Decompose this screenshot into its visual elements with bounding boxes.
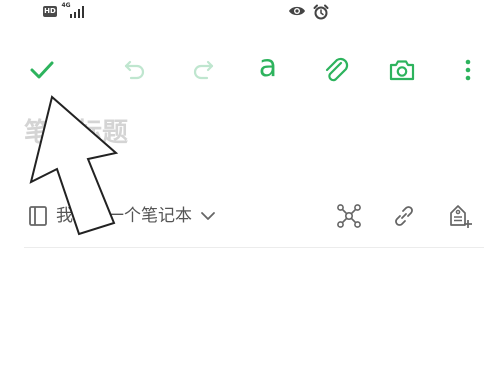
- add-tag-button[interactable]: [443, 196, 477, 236]
- divider: [24, 247, 484, 248]
- signal-icon: [70, 6, 84, 18]
- link-icon: [395, 206, 413, 226]
- notebook-icon: [29, 206, 47, 226]
- redo-button[interactable]: [183, 48, 223, 92]
- more-vertical-icon: [465, 59, 471, 81]
- font-format-label: a: [258, 49, 278, 84]
- hd-badge: HD: [43, 6, 57, 17]
- link-button[interactable]: [387, 196, 421, 236]
- chevron-down-icon: [201, 212, 215, 220]
- attachment-button[interactable]: [316, 48, 356, 92]
- status-bar: HD 4G: [0, 0, 490, 26]
- editor-toolbar: a: [0, 48, 490, 92]
- undo-button[interactable]: [115, 48, 155, 92]
- note-meta-row: 我的第一个笔记本: [0, 196, 490, 236]
- more-options-button[interactable]: [448, 48, 488, 92]
- camera-button[interactable]: [382, 48, 422, 92]
- font-format-button[interactable]: a: [248, 48, 288, 92]
- done-button[interactable]: [22, 48, 62, 92]
- notebook-selector[interactable]: 我的第一个笔记本: [28, 196, 216, 236]
- status-icons: [288, 4, 329, 23]
- tag-add-icon: [450, 205, 472, 228]
- mindmap-button[interactable]: [332, 196, 366, 236]
- eye-icon: [289, 6, 305, 16]
- camera-icon: [389, 60, 415, 81]
- redo-icon: [193, 60, 214, 80]
- note-body-editor[interactable]: [0, 250, 490, 366]
- notebook-name: 我的第一个笔记本: [56, 206, 192, 226]
- alarm-icon: [313, 4, 329, 20]
- undo-icon: [124, 60, 145, 80]
- mindmap-icon: [337, 204, 361, 228]
- paperclip-icon: [325, 57, 349, 82]
- note-title-input[interactable]: 笔记标题: [24, 113, 464, 153]
- check-icon: [30, 61, 54, 79]
